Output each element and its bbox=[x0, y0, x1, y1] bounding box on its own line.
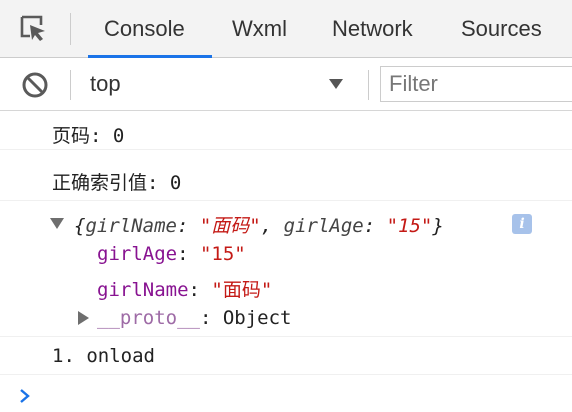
collapse-triangle-icon[interactable] bbox=[78, 311, 89, 325]
prompt-chevron-icon bbox=[20, 389, 30, 403]
toolbar-separator bbox=[70, 70, 71, 100]
inspect-element-button[interactable] bbox=[14, 12, 54, 46]
context-selector-label: top bbox=[90, 71, 121, 96]
object-summary[interactable]: {girlName: "面码", girlAge: "15"} bbox=[74, 211, 444, 238]
tab-console[interactable]: Console bbox=[104, 0, 185, 57]
object-property: girlName: "面码" bbox=[97, 279, 273, 301]
property-key: __proto__ bbox=[97, 307, 200, 329]
filter-input[interactable] bbox=[380, 66, 572, 102]
info-icon[interactable]: i bbox=[512, 214, 532, 234]
object-proto-property[interactable]: __proto__: Object bbox=[97, 307, 291, 329]
clear-console-icon bbox=[22, 72, 48, 98]
inspect-cursor-icon bbox=[20, 15, 45, 41]
tab-network[interactable]: Network bbox=[332, 0, 413, 57]
tab-sources[interactable]: Sources bbox=[461, 0, 542, 57]
devtools-tabbar: Console Wxml Network Sources bbox=[0, 0, 572, 58]
log-text: 页码: 0 bbox=[52, 125, 125, 147]
console-message: 1. onload bbox=[0, 337, 572, 375]
dropdown-triangle-icon bbox=[329, 79, 343, 89]
tab-wxml[interactable]: Wxml bbox=[232, 0, 287, 57]
context-selector[interactable]: top bbox=[80, 62, 362, 106]
console-object-message: {girlName: "面码", girlAge: "15"} i girlAg… bbox=[0, 201, 572, 337]
property-value: "面码" bbox=[211, 279, 273, 301]
object-property: girlAge: "15" bbox=[97, 243, 246, 265]
property-key: girlName bbox=[97, 279, 189, 301]
property-value: Object bbox=[222, 307, 292, 329]
log-text: 1. onload bbox=[52, 345, 155, 367]
clear-console-button[interactable] bbox=[20, 70, 50, 100]
console-message: 页码: 0 bbox=[0, 111, 572, 150]
log-text: 正确索引值: 0 bbox=[52, 172, 182, 194]
toolbar-separator bbox=[368, 70, 369, 100]
console-message: 正确索引值: 0 bbox=[0, 150, 572, 201]
console-output: 页码: 0 正确索引值: 0 {girlName: "面码", girlAge:… bbox=[0, 111, 572, 412]
property-key: girlAge bbox=[97, 243, 178, 265]
tab-separator bbox=[70, 13, 71, 45]
console-toolbar: top bbox=[0, 58, 572, 111]
property-value: "15" bbox=[199, 243, 246, 265]
expand-triangle-icon[interactable] bbox=[50, 218, 64, 229]
